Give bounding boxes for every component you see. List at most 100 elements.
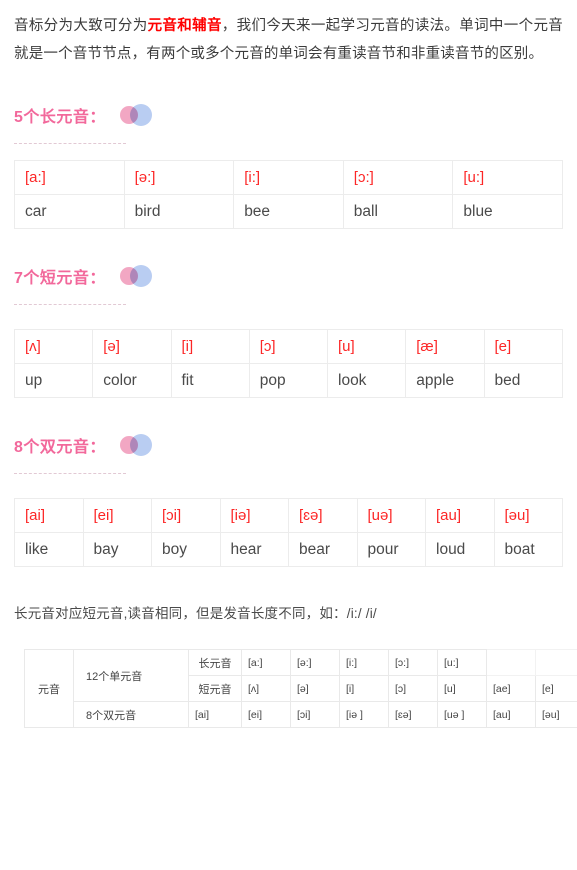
circle-blue-icon	[129, 104, 152, 126]
summary-symbol-cell: [u:]	[437, 649, 487, 676]
summary-table-wrap: 元音 12个单元音 长元音 [a:] [ə:] [i:] [ɔ:] [u:] 短…	[14, 649, 577, 728]
vowel-summary-table: 元音 12个单元音 长元音 [a:] [ə:] [i:] [ɔ:] [u:] 短…	[24, 649, 577, 728]
article-page: 音标分为大致可分为元音和辅音，我们今天来一起学习元音的读法。单词中一个元音就是一…	[0, 0, 577, 738]
summary-symbol-cell: [i]	[339, 675, 389, 702]
example-word-cell: loud	[425, 532, 495, 567]
phonetic-symbol-cell: [ə:]	[123, 160, 235, 195]
example-word-cell: pour	[356, 532, 426, 567]
phonetic-symbol-cell: [ei]	[82, 498, 152, 533]
summary-long-label: 长元音	[188, 649, 242, 676]
summary-symbol-cell: [u]	[437, 675, 487, 702]
example-word-cell: bed	[483, 363, 563, 398]
summary-symbol-cell: [ə:]	[290, 649, 340, 676]
two-circles-icon	[119, 265, 154, 287]
example-word-cell: bay	[82, 532, 152, 567]
phonetic-symbol-cell: [ɔ]	[248, 329, 329, 364]
phonetic-symbol-cell: [ə]	[92, 329, 172, 364]
long-vowels-table-wrap: [a:] [ə:] [i:] [ɔ:] [u:] car bird bee ba…	[14, 160, 563, 229]
section-header: 7个短元音：	[14, 263, 563, 289]
short-vowels-table: [ʌ] [ə] [i] [ɔ] [u] [æ] [e] up color fit…	[13, 329, 563, 398]
dashed-divider	[14, 304, 126, 305]
summary-symbol-cell: [ə]	[290, 675, 340, 702]
summary-diphthong-label: 8个双元音	[73, 701, 189, 728]
phonetic-symbol-cell: [u:]	[452, 160, 563, 195]
phonetic-symbol-cell: [ɛə]	[288, 498, 358, 533]
summary-symbol-cell: [ɛə]	[388, 701, 438, 728]
summary-symbol-cell: [ai]	[188, 701, 242, 728]
table-row: [ai] [ei] [ɔi] [iə] [ɛə] [uə] [au] [əu]	[14, 498, 563, 533]
phonetic-symbol-cell: [a:]	[14, 160, 125, 195]
phonetic-symbol-cell: [æ]	[405, 329, 485, 364]
table-row: like bay boy hear bear pour loud boat	[14, 532, 563, 567]
phonetic-symbol-cell: [əu]	[493, 498, 563, 533]
diphthongs-table-wrap: [ai] [ei] [ɔi] [iə] [ɛə] [uə] [au] [əu] …	[14, 498, 563, 567]
example-word-cell: like	[14, 532, 84, 567]
summary-symbol-cell: [ʌ]	[241, 675, 291, 702]
example-word-cell: up	[13, 363, 94, 398]
example-word-cell: look	[326, 363, 407, 398]
example-word-cell: pop	[248, 363, 329, 398]
phonetic-symbol-cell: [ʌ]	[13, 329, 94, 364]
table-row: [a:] [ə:] [i:] [ɔ:] [u:]	[14, 160, 563, 195]
phonetic-symbol-cell: [i]	[170, 329, 250, 364]
section-long-vowels: 5个长元音： [a:] [ə:] [i:] [ɔ:] [u:] car bird…	[14, 102, 563, 229]
dashed-divider	[14, 143, 126, 144]
example-word-cell: bee	[233, 194, 344, 229]
section-short-vowels: 7个短元音： [ʌ] [ə] [i] [ɔ] [u] [æ] [e] up co…	[13, 263, 563, 398]
example-word-cell: fit	[170, 363, 250, 398]
phonetic-symbol-cell: [ɔi]	[151, 498, 221, 533]
section-header: 5个长元音：	[14, 102, 563, 128]
phonetic-symbol-cell: [e]	[483, 329, 563, 364]
example-word-cell: hear	[219, 532, 289, 567]
two-circles-icon	[119, 434, 154, 456]
example-word-cell: boat	[493, 532, 563, 567]
summary-symbol-cell: [au]	[486, 701, 536, 728]
summary-symbol-cell: [a:]	[241, 649, 291, 676]
phonetic-symbol-cell: [ɔ:]	[342, 160, 454, 195]
short-vowels-table-wrap: [ʌ] [ə] [i] [ɔ] [u] [æ] [e] up color fit…	[13, 329, 563, 398]
circle-blue-icon	[129, 434, 152, 456]
phonetic-symbol-cell: [uə]	[356, 498, 426, 533]
dashed-divider	[14, 473, 126, 474]
example-word-cell: bear	[288, 532, 358, 567]
example-word-cell: car	[14, 194, 125, 229]
phonetic-symbol-cell: [au]	[425, 498, 495, 533]
table-row: up color fit pop look apple bed	[13, 363, 563, 398]
intro-text-before: 音标分为大致可分为	[14, 18, 148, 34]
summary-empty-cell	[535, 649, 577, 676]
circle-blue-icon	[129, 265, 152, 287]
intro-paragraph: 音标分为大致可分为元音和辅音，我们今天来一起学习元音的读法。单词中一个元音就是一…	[14, 12, 563, 68]
summary-symbol-cell: [ae]	[486, 675, 536, 702]
summary-symbol-cell: [iə ]	[339, 701, 389, 728]
summary-symbol-cell: [e]	[535, 675, 577, 702]
two-circles-icon	[119, 104, 154, 126]
table-row: [ʌ] [ə] [i] [ɔ] [u] [æ] [e]	[13, 329, 563, 364]
note-text: 长元音对应短元音,读音相同，但是发音长度不同，如：/i:/ /i/	[14, 606, 377, 621]
section-title: 5个长元音：	[14, 109, 106, 126]
phonetic-symbol-cell: [ai]	[14, 498, 84, 533]
table-row: 元音 12个单元音 长元音 [a:] [ə:] [i:] [ɔ:] [u:]	[24, 649, 577, 728]
table-row: car bird bee ball blue	[14, 194, 563, 229]
table-row: 8个双元音 [ai] [ei] [ɔi] [iə ] [ɛə] [uə ] [a…	[25, 701, 577, 728]
phonetic-symbol-cell: [u]	[326, 329, 407, 364]
summary-symbol-cell: [i:]	[339, 649, 389, 676]
section-title: 7个短元音：	[14, 270, 106, 287]
section-header: 8个双元音：	[14, 432, 563, 458]
example-word-cell: blue	[452, 194, 563, 229]
summary-symbol-cell: [ɔ:]	[388, 649, 438, 676]
summary-short-label: 短元音	[188, 675, 242, 702]
summary-symbol-cell: [ɔi]	[290, 701, 340, 728]
intro-emphasis: 元音和辅音	[147, 18, 222, 34]
summary-symbol-cell: [ei]	[241, 701, 291, 728]
summary-monophthong-label: 12个单元音	[73, 649, 189, 702]
example-word-cell: bird	[123, 194, 235, 229]
long-vowels-table: [a:] [ə:] [i:] [ɔ:] [u:] car bird bee ba…	[14, 160, 563, 229]
section-diphthongs: 8个双元音： [ai] [ei] [ɔi] [iə] [ɛə] [uə] [au…	[14, 432, 563, 567]
summary-symbol-cell: [uə ]	[437, 701, 487, 728]
example-word-cell: boy	[151, 532, 221, 567]
example-word-cell: apple	[405, 363, 485, 398]
phonetic-symbol-cell: [i:]	[233, 160, 344, 195]
summary-empty-cell	[486, 649, 536, 676]
phonetic-symbol-cell: [iə]	[219, 498, 289, 533]
section-title: 8个双元音：	[14, 439, 106, 456]
